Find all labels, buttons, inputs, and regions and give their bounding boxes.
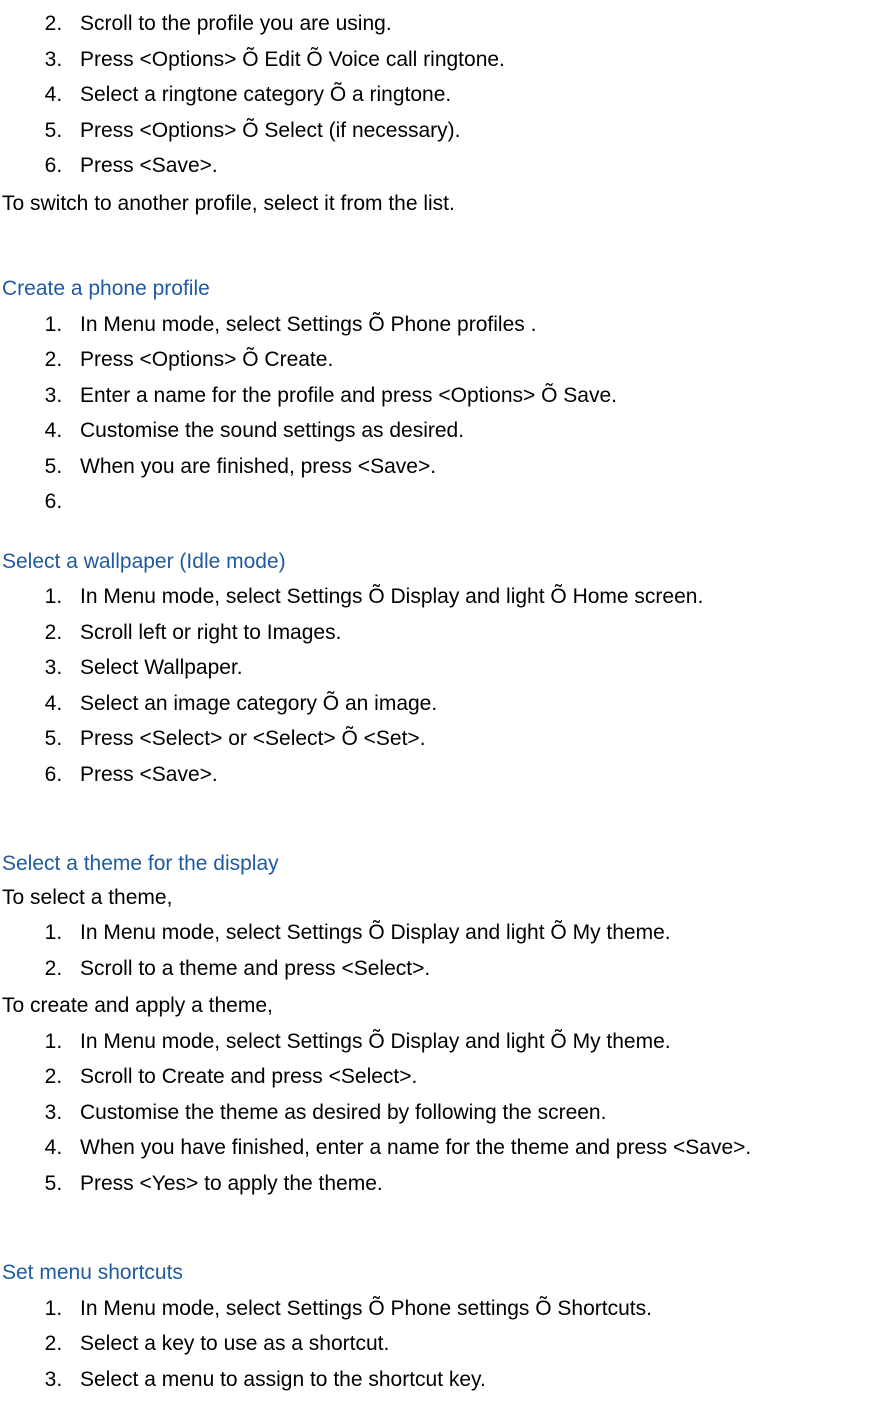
section4-intro1: To select a theme, <box>2 882 872 914</box>
section5-list: In Menu mode, select Settings Õ Phone se… <box>2 1293 872 1396</box>
spacer <box>2 221 872 245</box>
section4-heading: Select a theme for the display <box>2 848 872 880</box>
list-item: In Menu mode, select Settings Õ Phone pr… <box>68 309 872 341</box>
list-item: Press <Options> Õ Create. <box>68 344 872 376</box>
section4-list1: In Menu mode, select Settings Õ Display … <box>2 917 872 984</box>
section4-list2: In Menu mode, select Settings Õ Display … <box>2 1026 872 1200</box>
list-item: Press <Options> Õ Edit Õ Voice call ring… <box>68 44 872 76</box>
section1-trailing: To switch to another profile, select it … <box>2 188 872 220</box>
section2-list: In Menu mode, select Settings Õ Phone pr… <box>2 309 872 518</box>
list-item: Scroll to a theme and press <Select>. <box>68 953 872 985</box>
list-item: Press <Select> or <Select> Õ <Set>. <box>68 723 872 755</box>
list-item: Scroll to the profile you are using. <box>68 8 872 40</box>
list-item: In Menu mode, select Settings Õ Display … <box>68 1026 872 1058</box>
section2-heading: Create a phone profile <box>2 273 872 305</box>
list-item: Select Wallpaper. <box>68 652 872 684</box>
list-item: Customise the theme as desired by follow… <box>68 1097 872 1129</box>
list-item: Press <Save>. <box>68 150 872 182</box>
list-item: Scroll left or right to Images. <box>68 617 872 649</box>
list-item: In Menu mode, select Settings Õ Phone se… <box>68 1293 872 1325</box>
section1-list: Scroll to the profile you are using. Pres… <box>2 8 872 182</box>
list-item: When you have finished, enter a name for… <box>68 1132 872 1164</box>
list-item: Select a ringtone category Õ a ringtone. <box>68 79 872 111</box>
list-item <box>68 486 872 518</box>
list-item: In Menu mode, select Settings Õ Display … <box>68 581 872 613</box>
spacer <box>2 1205 872 1229</box>
list-item: Select a menu to assign to the shortcut … <box>68 1364 872 1396</box>
list-item: Scroll to Create and press <Select>. <box>68 1061 872 1093</box>
list-item: When you are finished, press <Save>. <box>68 451 872 483</box>
list-item: Customise the sound settings as desired. <box>68 415 872 447</box>
list-item: Press <Save>. <box>68 759 872 791</box>
list-item: In Menu mode, select Settings Õ Display … <box>68 917 872 949</box>
section3-list: In Menu mode, select Settings Õ Display … <box>2 581 872 790</box>
section5-heading: Set menu shortcuts <box>2 1257 872 1289</box>
spacer <box>2 796 872 820</box>
list-item: Press <Yes> to apply the theme. <box>68 1168 872 1200</box>
section3-heading: Select a wallpaper (Idle mode) <box>2 546 872 578</box>
list-item: Select an image category Õ an image. <box>68 688 872 720</box>
list-item: Select a key to use as a shortcut. <box>68 1328 872 1360</box>
section4-intro2: To create and apply a theme, <box>2 990 872 1022</box>
list-item: Enter a name for the profile and press <… <box>68 380 872 412</box>
list-item: Press <Options> Õ Select (if necessary). <box>68 115 872 147</box>
